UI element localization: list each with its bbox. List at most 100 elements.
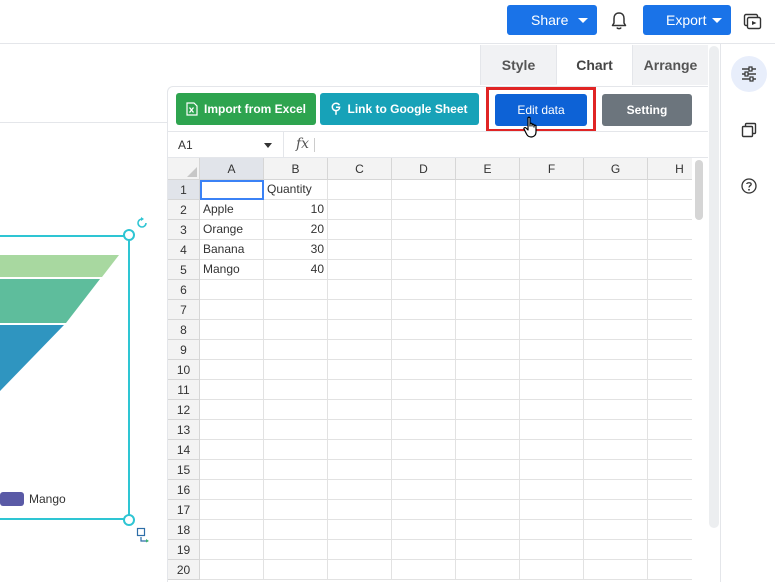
row-header[interactable]: 7: [168, 300, 200, 320]
sheet-cell[interactable]: [200, 380, 264, 400]
sheet-cell[interactable]: [648, 260, 692, 280]
sheet-cell[interactable]: [520, 280, 584, 300]
row-header[interactable]: 16: [168, 480, 200, 500]
sheet-cell[interactable]: [584, 300, 648, 320]
sheet-cell[interactable]: [200, 280, 264, 300]
notification-bell-icon[interactable]: [609, 10, 629, 32]
column-header[interactable]: H: [648, 158, 692, 180]
sheet-cell[interactable]: [456, 380, 520, 400]
sheet-cell[interactable]: [200, 300, 264, 320]
copy-pages-icon[interactable]: [731, 112, 767, 148]
sheet-cell[interactable]: [456, 420, 520, 440]
sheet-cell[interactable]: [648, 460, 692, 480]
row-header[interactable]: 1: [168, 180, 200, 200]
sheet-cell[interactable]: [328, 260, 392, 280]
sheet-cell[interactable]: [392, 300, 456, 320]
sheet-scrollbar-thumb[interactable]: [695, 160, 703, 220]
sheet-cell[interactable]: [648, 300, 692, 320]
sheet-cell[interactable]: [328, 420, 392, 440]
sheet-cell[interactable]: [584, 500, 648, 520]
export-button[interactable]: Export: [643, 5, 731, 35]
sheet-cell[interactable]: 30: [264, 240, 328, 260]
sheet-cell[interactable]: [456, 520, 520, 540]
row-header[interactable]: 12: [168, 400, 200, 420]
sheet-cell[interactable]: [456, 400, 520, 420]
sheet-cell[interactable]: [456, 240, 520, 260]
sheet-cell[interactable]: [456, 200, 520, 220]
panel-scrollbar-track[interactable]: [709, 46, 719, 528]
sheet-cell[interactable]: [392, 480, 456, 500]
adjust-settings-icon[interactable]: [731, 56, 767, 92]
rotate-icon[interactable]: [135, 216, 149, 233]
link-google-sheet-button[interactable]: Link to Google Sheet: [320, 93, 479, 125]
sheet-cell[interactable]: [392, 420, 456, 440]
sheet-cell[interactable]: [648, 480, 692, 500]
sheet-cell[interactable]: [264, 480, 328, 500]
sheet-cell[interactable]: [648, 380, 692, 400]
row-header[interactable]: 9: [168, 340, 200, 360]
sheet-cell[interactable]: Apple: [200, 200, 264, 220]
cell-reference[interactable]: A1: [178, 138, 193, 152]
tab-chart[interactable]: Chart: [556, 45, 632, 85]
sheet-cell[interactable]: [264, 280, 328, 300]
sheet-cell[interactable]: [456, 360, 520, 380]
export-dropdown-icon[interactable]: [712, 18, 722, 23]
sheet-cell[interactable]: [648, 280, 692, 300]
sheet-cell[interactable]: [264, 400, 328, 420]
sheet-cell[interactable]: [520, 260, 584, 280]
sheet-cell[interactable]: [456, 440, 520, 460]
sheet-cell[interactable]: [520, 500, 584, 520]
chart-selection-frame[interactable]: [0, 235, 130, 520]
sheet-cell[interactable]: [520, 520, 584, 540]
sheet-cell[interactable]: [200, 520, 264, 540]
sheet-cell[interactable]: [520, 560, 584, 580]
sheet-cell[interactable]: [328, 500, 392, 520]
sheet-cell[interactable]: [456, 460, 520, 480]
column-header[interactable]: E: [456, 158, 520, 180]
sheet-cell[interactable]: [520, 400, 584, 420]
sheet-cell[interactable]: [392, 560, 456, 580]
help-icon[interactable]: [731, 168, 767, 204]
sheet-cell[interactable]: [392, 520, 456, 540]
sheet-cell[interactable]: [648, 440, 692, 460]
sheet-cell[interactable]: [392, 340, 456, 360]
cell-reference-dropdown-icon[interactable]: [264, 143, 272, 148]
sheet-cell[interactable]: [264, 560, 328, 580]
sheet-cell[interactable]: [392, 540, 456, 560]
tab-arrange[interactable]: Arrange: [632, 45, 708, 85]
sheet-cell[interactable]: [264, 440, 328, 460]
sheet-cell[interactable]: [392, 220, 456, 240]
sheet-cell[interactable]: [392, 320, 456, 340]
sheet-cell[interactable]: [584, 480, 648, 500]
sheet-cell[interactable]: Quantity: [264, 180, 328, 200]
row-header[interactable]: 17: [168, 500, 200, 520]
sheet-cell[interactable]: [264, 320, 328, 340]
row-header[interactable]: 6: [168, 280, 200, 300]
sheet-cell[interactable]: [200, 560, 264, 580]
share-dropdown-icon[interactable]: [578, 18, 588, 23]
chart-link-icon[interactable]: [136, 527, 152, 546]
sheet-cell[interactable]: [328, 520, 392, 540]
sheet-cell[interactable]: [584, 200, 648, 220]
sheet-cell[interactable]: [200, 340, 264, 360]
sheet-cell[interactable]: [328, 480, 392, 500]
sheet-cell[interactable]: [200, 180, 264, 200]
sheet-cell[interactable]: [264, 500, 328, 520]
sheet-cell[interactable]: [520, 480, 584, 500]
sheet-cell[interactable]: [584, 440, 648, 460]
sheet-cell[interactable]: [584, 380, 648, 400]
sheet-cell[interactable]: [648, 520, 692, 540]
sheet-cell[interactable]: [648, 200, 692, 220]
sheet-cell[interactable]: [648, 240, 692, 260]
sheet-cell[interactable]: [520, 200, 584, 220]
column-header[interactable]: A: [200, 158, 264, 180]
row-header[interactable]: 4: [168, 240, 200, 260]
sheet-cell[interactable]: [392, 440, 456, 460]
setting-button[interactable]: Setting: [602, 94, 692, 126]
sheet-cell[interactable]: [520, 360, 584, 380]
sheet-cell[interactable]: [520, 320, 584, 340]
row-header[interactable]: 20: [168, 560, 200, 580]
sheet-cell[interactable]: [584, 400, 648, 420]
sheet-cell[interactable]: [584, 320, 648, 340]
sheet-cell[interactable]: [328, 280, 392, 300]
